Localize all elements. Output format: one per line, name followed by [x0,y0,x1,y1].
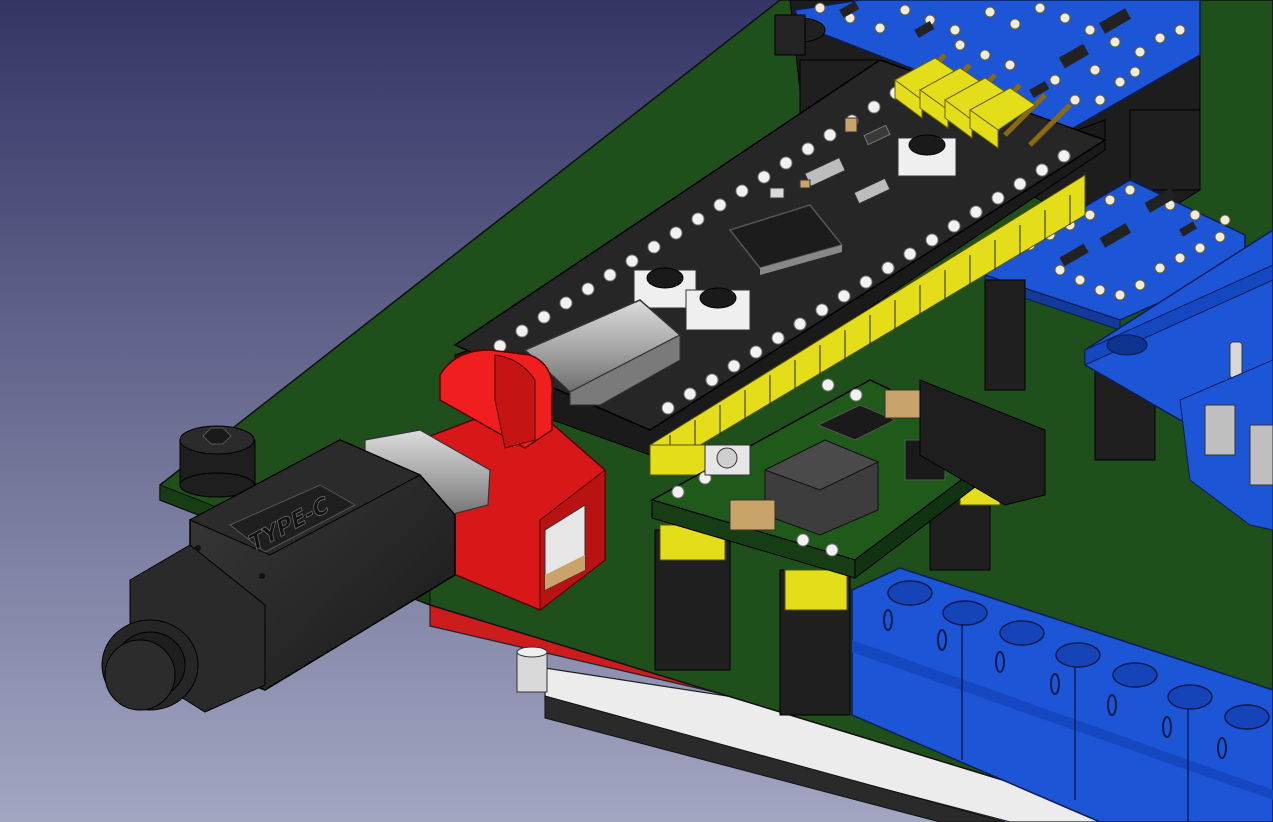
cad-3d-viewport[interactable]: TYPE-C [0,0,1273,822]
mounting-screw-icon [179,425,256,498]
pcb-assembly-render[interactable]: TYPE-C [0,0,1273,822]
trim-potentiometer-icon [704,444,751,476]
tactile-button-icon [685,287,751,331]
tactile-button-icon [897,134,957,177]
